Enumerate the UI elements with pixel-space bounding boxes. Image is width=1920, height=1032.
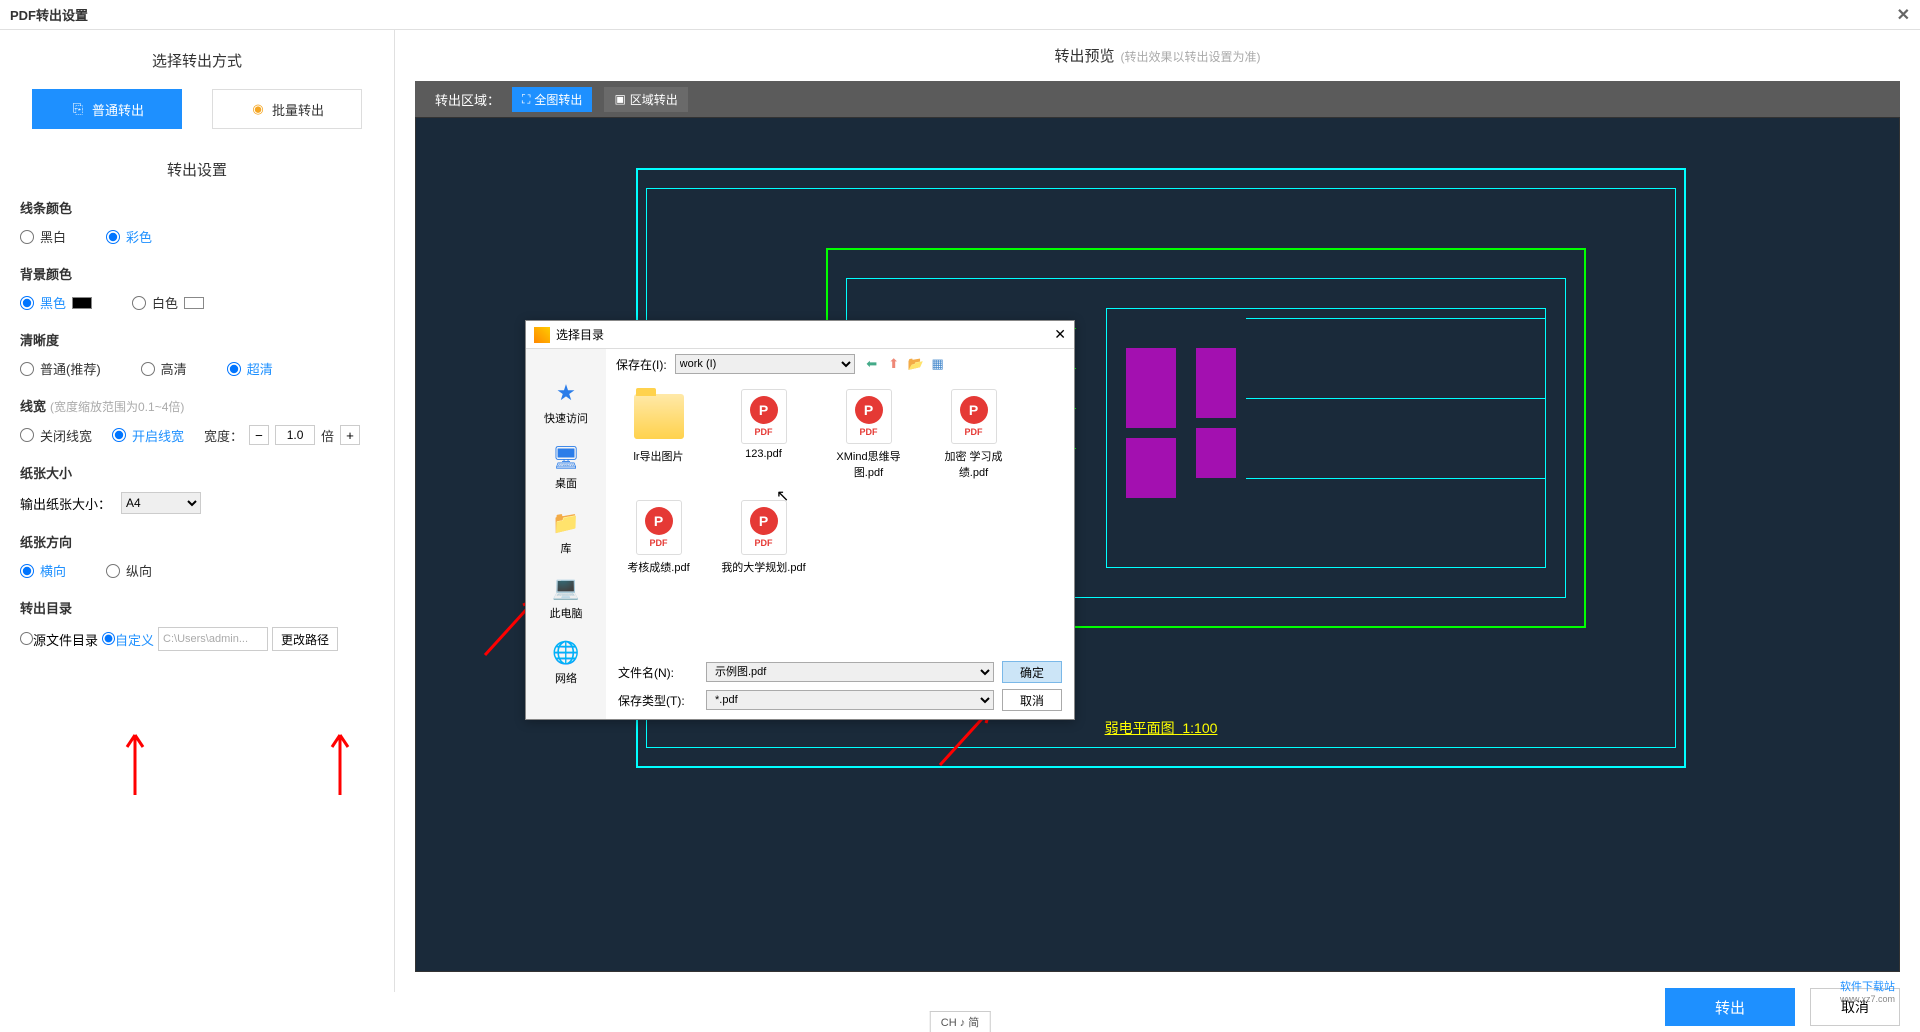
dialog-title: 选择目录 [556,326,604,343]
dialog-cancel-button[interactable]: 取消 [1002,689,1062,711]
pdf-icon: PPDF [741,389,787,444]
preview-toolbar: 转出区域： ⛶全图转出 ▣区域转出 [415,81,1900,117]
paper-size-label: 纸张大小 [20,463,374,482]
folder-item[interactable]: lr导出图片 [616,389,701,480]
ok-button[interactable]: 确定 [1002,661,1062,683]
region-icon: ▣ [614,92,625,106]
linewidth-on[interactable]: 开启线宽 [112,426,184,445]
pdf-icon: PPDF [741,500,787,555]
titlebar: PDF转出设置 ✕ [0,0,1920,30]
change-path-button[interactable]: 更改路径 [272,627,338,651]
bg-black[interactable]: 黑色 [20,293,92,312]
mode-title: 选择转出方式 [20,50,374,71]
export-button[interactable]: 转出 [1665,988,1795,1026]
ime-indicator: CH ♪ 简 [930,1011,991,1032]
line-color-label: 线条颜色 [20,198,374,217]
drawing-title: 弱电平面图 1:100 [1105,718,1218,738]
clarity-label: 清晰度 [20,330,374,349]
clarity-normal[interactable]: 普通(推荐) [20,359,101,378]
settings-title: 转出设置 [20,159,374,180]
up-icon[interactable]: ⬆ [885,355,903,373]
orientation-label: 纸张方向 [20,532,374,551]
file-list: lr导出图片 PPDF 123.pdf PPDF XMind思维导图.pdf P… [606,379,1074,653]
close-icon[interactable]: ✕ [1897,5,1910,25]
width-minus-button[interactable]: − [249,425,269,445]
bg-color-label: 背景颜色 [20,264,374,283]
width-input[interactable] [275,425,315,445]
full-icon: ⛶ [522,92,530,107]
linewidth-label: 线宽(宽度缩放范围为0.1~4倍) [20,396,374,415]
pdf-icon: PPDF [951,389,997,444]
location-select[interactable]: work (I) [675,354,855,374]
folder-icon [634,394,684,439]
line-color-color[interactable]: 彩色 [106,227,152,246]
pdf-icon: PPDF [846,389,892,444]
new-folder-icon[interactable]: 📂 [907,355,925,373]
settings-panel: 选择转出方式 ⎘ 普通转出 ◉ 批量转出 转出设置 线条颜色 黑白 彩色 背景颜… [0,30,395,992]
sidebar-quick-access[interactable]: ★快速访问 [544,379,588,426]
pdf-icon: PPDF [636,500,682,555]
white-swatch [184,297,204,309]
normal-export-button[interactable]: ⎘ 普通转出 [32,89,182,129]
sidebar-desktop[interactable]: 🖥桌面 [550,444,582,491]
export-icon: ⎘ [70,101,86,117]
bg-white[interactable]: 白色 [132,293,204,312]
filetype-select[interactable]: *.pdf [706,690,994,710]
output-path-input[interactable] [158,627,268,651]
full-export-button[interactable]: ⛶全图转出 [512,87,592,112]
paper-size-select[interactable]: A4 [121,492,201,514]
region-export-button[interactable]: ▣区域转出 [604,87,687,112]
clarity-hd[interactable]: 高清 [141,359,187,378]
output-dir-label: 转出目录 [20,598,374,617]
preview-title: 转出预览(转出效果以转出设置为准) [395,30,1920,81]
width-plus-button[interactable]: + [340,425,360,445]
orientation-portrait[interactable]: 纵向 [106,561,152,580]
batch-icon: ◉ [250,101,266,117]
window-title: PDF转出设置 [10,5,88,24]
batch-export-button[interactable]: ◉ 批量转出 [212,89,362,129]
dialog-close-icon[interactable]: ✕ [1054,326,1066,343]
output-custom[interactable]: 自定义 [102,630,154,649]
file-item[interactable]: PPDF 123.pdf [721,389,806,480]
linewidth-off[interactable]: 关闭线宽 [20,426,92,445]
back-icon[interactable]: ⬅ [863,355,881,373]
output-source[interactable]: 源文件目录 [20,630,98,649]
dialog-app-icon [534,327,550,343]
file-item[interactable]: PPDF 我的大学规划.pdf [721,500,806,575]
view-icon[interactable]: ▦ [929,355,947,373]
clarity-uhd[interactable]: 超清 [227,359,273,378]
watermark: 软件下载站 www.xz7.com [1840,978,1895,1004]
dialog-sidebar: ★快速访问 🖥桌面 📁库 💻此电脑 🌐网络 [526,349,606,719]
file-item[interactable]: PPDF XMind思维导图.pdf [826,389,911,480]
line-color-bw[interactable]: 黑白 [20,227,66,246]
sidebar-network[interactable]: 🌐网络 [550,639,582,686]
file-dialog: 选择目录 ✕ ★快速访问 🖥桌面 📁库 💻此电脑 🌐网络 保存在(I): wor… [525,320,1075,720]
file-item[interactable]: PPDF 加密 学习成绩.pdf [931,389,1016,480]
orientation-landscape[interactable]: 横向 [20,561,66,580]
sidebar-computer[interactable]: 💻此电脑 [550,574,583,621]
sidebar-library[interactable]: 📁库 [550,509,582,556]
file-item[interactable]: PPDF 考核成绩.pdf [616,500,701,575]
black-swatch [72,297,92,309]
filename-input[interactable]: 示例图.pdf [706,662,994,682]
